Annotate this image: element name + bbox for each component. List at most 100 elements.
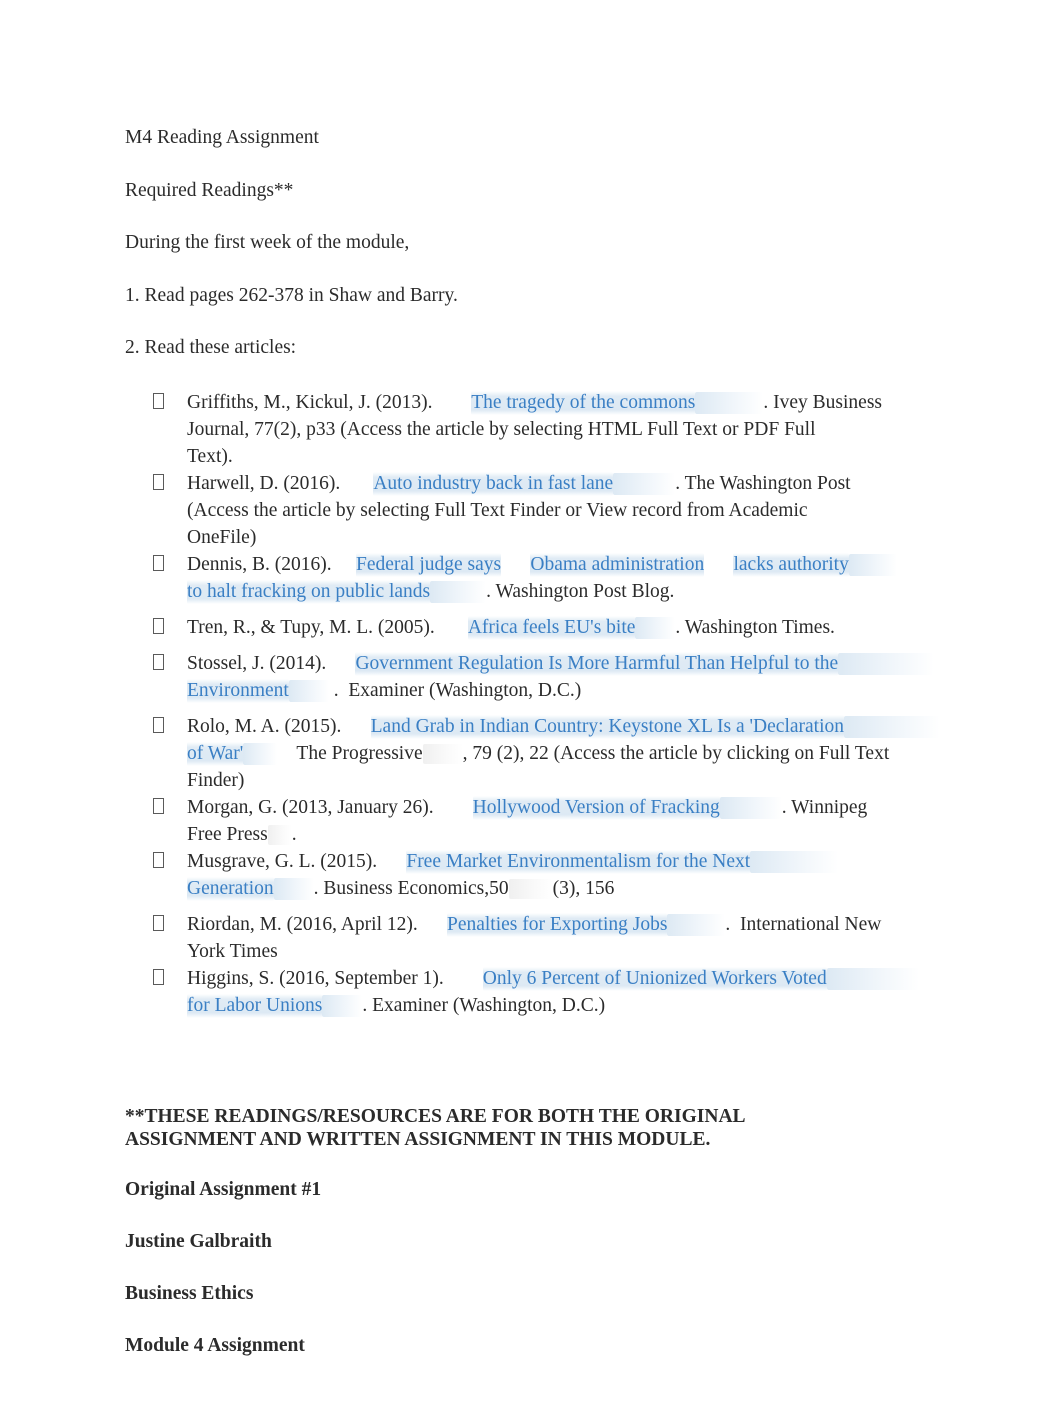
text-highlight-band bbox=[508, 879, 553, 900]
list-bullet-icon bbox=[153, 389, 164, 416]
document-page: M4 Reading Assignment Required Readings**… bbox=[0, 0, 1062, 1420]
reference-text: Musgrave, G. L. (2015). Free Market Envi… bbox=[187, 848, 942, 902]
citation-text-run: . Washington Post Blog. bbox=[486, 580, 675, 602]
reference-text: Morgan, G. (2013, January 26). Hollywood… bbox=[187, 794, 942, 848]
article-link[interactable]: The tragedy of the commons bbox=[471, 390, 696, 415]
reference-item-riordan: Riordan, M. (2016, April 12). Penalties … bbox=[125, 911, 942, 965]
article-link[interactable]: of War' bbox=[187, 741, 244, 766]
footer-line-original-assignment: Original Assignment #1 bbox=[125, 1172, 942, 1212]
citation-text-run: Journal, 77(2), p33 (Access the article … bbox=[187, 418, 816, 440]
link-highlight-band bbox=[635, 617, 676, 640]
citation-text-run: Riordan, M. (2016, April 12). bbox=[187, 913, 447, 935]
intro-paragraph-during: During the first week of the module, bbox=[125, 232, 410, 253]
footer-heading-lines: Original Assignment #1 Justine Galbraith B… bbox=[125, 1172, 942, 1364]
reference-text: Tren, R., & Tupy, M. L. (2005). Africa f… bbox=[187, 614, 942, 641]
footer-block: **THESE READINGS/RESOURCES ARE FOR BOTH … bbox=[125, 1105, 942, 1364]
citation-text-run: Rolo, M. A. (2015). bbox=[187, 715, 371, 737]
article-link[interactable]: Hollywood Version of Fracking bbox=[472, 795, 720, 820]
reference-item-musgrave: Musgrave, G. L. (2015). Free Market Envi… bbox=[125, 848, 942, 902]
link-highlight-band bbox=[288, 680, 329, 703]
citation-text-run: Stossel, J. (2014). bbox=[187, 652, 356, 674]
citation-text-run: . International New bbox=[725, 913, 882, 935]
link-highlight-band bbox=[613, 473, 676, 496]
reading-list: Griffiths, M., Kickul, J. (2013). The tr… bbox=[125, 389, 942, 1019]
reference-item-tren: Tren, R., & Tupy, M. L. (2005). Africa f… bbox=[125, 614, 942, 641]
list-bullet-icon bbox=[153, 713, 164, 740]
intro-block: M4 Reading Assignment Required Readings**… bbox=[125, 120, 942, 367]
article-link[interactable]: Land Grab in Indian Country: Keystone XL… bbox=[370, 714, 845, 739]
footer-line-module-assignment: Module 4 Assignment bbox=[125, 1334, 305, 1356]
citation-text-run: . The Washington Post bbox=[675, 472, 851, 494]
citation-text-run bbox=[704, 554, 733, 575]
citation-text-run: Dennis, B. (2016). bbox=[187, 553, 356, 575]
reference-item-higgins: Higgins, S. (2016, September 1). Only 6 … bbox=[125, 965, 942, 1019]
text-highlight-band bbox=[422, 744, 463, 765]
citation-text-run: York Times bbox=[187, 940, 278, 962]
link-highlight-band bbox=[826, 968, 919, 991]
link-highlight-band bbox=[838, 653, 935, 676]
citation-text-run: Tren, R., & Tupy, M. L. (2005). bbox=[187, 616, 468, 638]
list-bullet-icon bbox=[153, 470, 164, 497]
reference-text: Riordan, M. (2016, April 12). Penalties … bbox=[187, 911, 942, 965]
link-highlight-band bbox=[848, 554, 897, 577]
article-link[interactable]: Only 6 Percent of Unionized Workers Vote… bbox=[482, 966, 827, 991]
link-highlight-band bbox=[719, 797, 782, 820]
article-link[interactable]: Environment bbox=[187, 678, 289, 703]
citation-text-run: . Ivey Business bbox=[763, 391, 883, 413]
reference-item-harwell: Harwell, D. (2016). Auto industry back i… bbox=[125, 470, 942, 551]
list-bullet-icon bbox=[153, 794, 164, 821]
list-bullet-icon bbox=[153, 965, 164, 992]
link-highlight-band bbox=[273, 878, 314, 901]
link-highlight-band bbox=[322, 995, 363, 1018]
citation-text-run: Musgrave, G. L. (2015). bbox=[187, 850, 407, 872]
citation-text-run: (Access the article by selecting Full Te… bbox=[187, 499, 808, 521]
article-link[interactable]: Federal judge says bbox=[356, 552, 502, 577]
reference-text: Dennis, B. (2016). Federal judge says Ob… bbox=[187, 551, 942, 605]
article-link[interactable]: Auto industry back in fast lane bbox=[373, 471, 614, 496]
article-link[interactable]: for Labor Unions bbox=[187, 993, 323, 1018]
citation-text-run: Morgan, G. (2013, January 26). bbox=[187, 796, 473, 818]
footer-line-student-name: Justine Galbraith bbox=[125, 1230, 272, 1252]
reference-text: Higgins, S. (2016, September 1). Only 6 … bbox=[187, 965, 942, 1019]
reference-item-morgan: Morgan, G. (2013, January 26). Hollywood… bbox=[125, 794, 942, 848]
intro-paragraph-item1: 1. Read pages 262-378 in Shaw and Barry. bbox=[125, 284, 458, 306]
citation-text-run: Higgins, S. (2016, September 1). bbox=[187, 967, 483, 989]
list-bullet-icon bbox=[153, 614, 164, 641]
link-highlight-band bbox=[430, 581, 487, 604]
citation-text-run: Griffiths, M., Kickul, J. (2013). bbox=[187, 391, 472, 413]
article-link[interactable]: Penalties for Exporting Jobs bbox=[446, 912, 668, 937]
reference-text: Griffiths, M., Kickul, J. (2013). The tr… bbox=[187, 389, 942, 470]
reference-item-stossel: Stossel, J. (2014). Government Regulatio… bbox=[125, 650, 942, 704]
readings-note: **THESE READINGS/RESOURCES ARE FOR BOTH … bbox=[125, 1105, 746, 1151]
text-highlight-band bbox=[267, 825, 292, 846]
citation-text-run: Finder) bbox=[187, 769, 245, 791]
article-link[interactable]: Free Market Environmentalism for the Nex… bbox=[406, 849, 751, 874]
article-link[interactable]: to halt fracking on public lands bbox=[187, 579, 431, 604]
citation-text-run: Text). bbox=[187, 445, 233, 467]
citation-text-run: (3), 156 bbox=[552, 877, 615, 899]
footer-line-course-name: Business Ethics bbox=[125, 1282, 254, 1304]
list-bullet-icon bbox=[153, 911, 164, 938]
link-highlight-band bbox=[667, 914, 726, 937]
reference-item-rolo: Rolo, M. A. (2015). Land Grab in Indian … bbox=[125, 713, 942, 794]
citation-text-run: . Winnipeg bbox=[781, 796, 868, 818]
citation-text-run: . Examiner (Washington, D.C.) bbox=[328, 679, 582, 701]
reference-item-dennis: Dennis, B. (2016). Federal judge says Ob… bbox=[125, 551, 942, 605]
citation-text-run: . Examiner (Washington, D.C.) bbox=[362, 994, 606, 1016]
citation-text-run: . Business Economics,50 bbox=[313, 877, 509, 899]
citation-text-run bbox=[501, 554, 530, 575]
article-link[interactable]: Generation bbox=[187, 876, 274, 901]
intro-paragraph-required: Required Readings** bbox=[125, 179, 294, 201]
link-highlight-band bbox=[695, 392, 764, 415]
citation-text-run: , 79 (2), 22 (Access the article by clic… bbox=[462, 742, 890, 764]
article-link[interactable]: Obama administration bbox=[530, 552, 705, 577]
article-link[interactable]: lacks authority bbox=[733, 552, 849, 577]
citation-text-run: The Progressive bbox=[277, 742, 423, 764]
citation-text-run: Harwell, D. (2016). bbox=[187, 472, 374, 494]
list-bullet-icon bbox=[153, 848, 164, 875]
link-highlight-band bbox=[243, 743, 278, 766]
link-highlight-band bbox=[844, 716, 941, 739]
intro-paragraph-title: M4 Reading Assignment bbox=[125, 127, 319, 148]
article-link[interactable]: Government Regulation Is More Harmful Th… bbox=[355, 651, 839, 676]
article-link[interactable]: Africa feels EU's bite bbox=[467, 615, 636, 640]
